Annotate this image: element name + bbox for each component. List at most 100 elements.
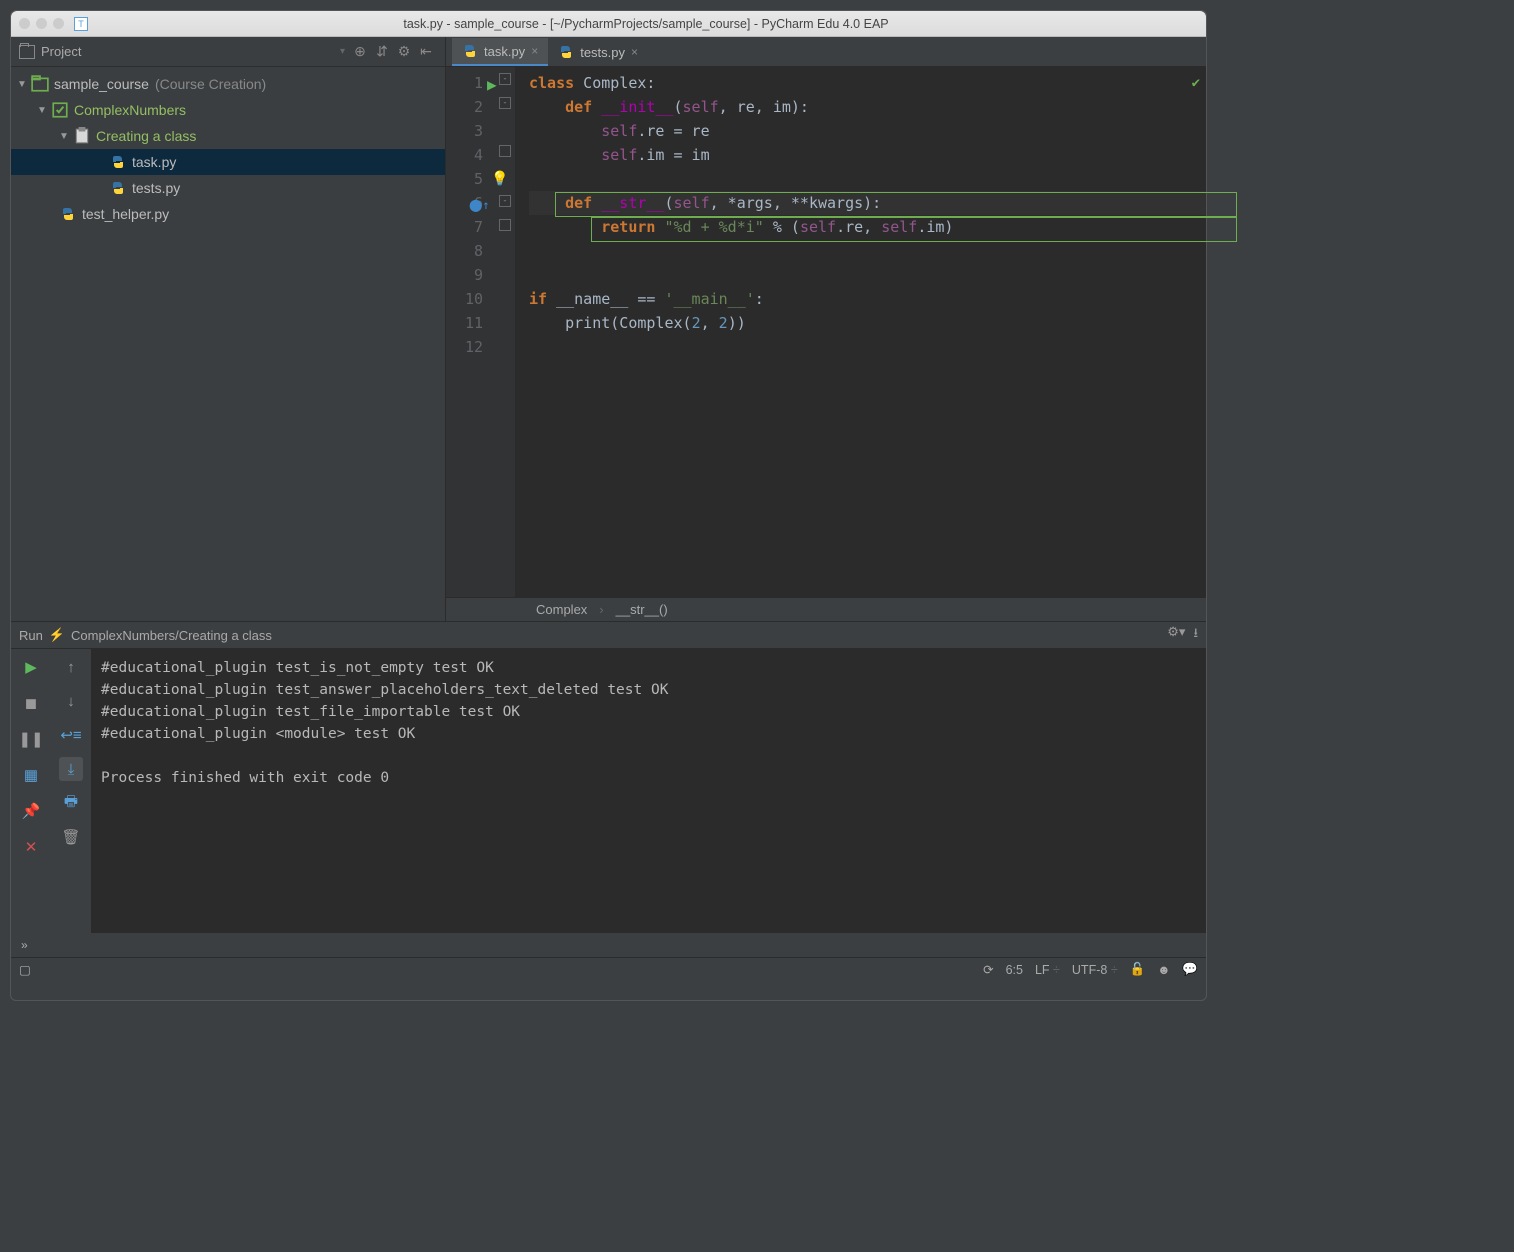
- file-name: tests.py: [132, 180, 180, 196]
- code-area[interactable]: class Complex: def __init__(self, re, im…: [515, 67, 1206, 597]
- down-icon[interactable]: ↓: [59, 689, 83, 713]
- stop-icon[interactable]: ◼: [19, 691, 43, 715]
- run-tool-window: ▶ ◼ ❚❚ ▦ 📌 ✕ ↑ ↓ ↩≡ ⤓ 🖶 🗑 #educational_p…: [11, 649, 1206, 933]
- console-line: #educational_plugin test_is_not_empty te…: [101, 660, 494, 676]
- run-gutter-icon[interactable]: ▶: [487, 73, 497, 97]
- settings-icon[interactable]: ⚙: [393, 41, 415, 63]
- fold-end-icon[interactable]: [499, 219, 511, 231]
- close-tab-icon[interactable]: ×: [631, 45, 638, 59]
- code-token: % (: [764, 218, 800, 236]
- code-token: (: [674, 98, 683, 116]
- close-tab-icon[interactable]: ×: [531, 44, 538, 58]
- project-header[interactable]: Project ▾ ⊕ ⇵ ⚙ ⇤: [11, 37, 445, 67]
- code-token: ,: [701, 314, 719, 332]
- expand-icon[interactable]: ▼: [17, 79, 31, 90]
- project-label: Project: [41, 44, 81, 59]
- caret-position[interactable]: 6:5: [1006, 963, 1023, 977]
- root-hint: (Course Creation): [155, 76, 266, 92]
- code-token: .im = im: [637, 146, 709, 164]
- code-token: .re,: [836, 218, 881, 236]
- fold-icon[interactable]: -: [499, 73, 511, 85]
- console-line: #educational_plugin test_file_importable…: [101, 704, 520, 720]
- line-number: 11: [446, 311, 483, 335]
- python-file-icon: [109, 153, 127, 171]
- tree-task[interactable]: ▼ Creating a class: [11, 123, 445, 149]
- up-icon[interactable]: ↑: [59, 655, 83, 679]
- python-file-icon: [462, 43, 478, 59]
- hide-icon[interactable]: ⇤: [415, 41, 437, 63]
- task-icon: [73, 127, 91, 145]
- run-actions-left: ▶ ◼ ❚❚ ▦ 📌 ✕: [11, 649, 51, 933]
- intention-bulb-icon[interactable]: 💡: [491, 167, 508, 191]
- lock-icon[interactable]: 🔓: [1130, 962, 1146, 977]
- close-window-icon[interactable]: [19, 18, 30, 29]
- collapse-icon[interactable]: ⇵: [371, 41, 393, 63]
- tab-label: tests.py: [580, 45, 625, 60]
- download-icon[interactable]: ⭳: [1193, 624, 1198, 646]
- python-file-icon: [59, 205, 77, 223]
- locate-icon[interactable]: ⊕: [349, 41, 371, 63]
- notifications-icon[interactable]: 💬: [1182, 962, 1198, 977]
- code-token: 2: [719, 314, 728, 332]
- pause-icon[interactable]: ❚❚: [19, 727, 43, 751]
- soft-wrap-icon[interactable]: ↩≡: [59, 723, 83, 747]
- expand-icon[interactable]: ▼: [59, 131, 73, 142]
- line-number: 10: [446, 287, 483, 311]
- trash-icon[interactable]: 🗑: [59, 825, 83, 849]
- lesson-icon: [51, 101, 69, 119]
- breadcrumb-item[interactable]: Complex: [536, 602, 587, 617]
- breadcrumb-item[interactable]: __str__(): [616, 602, 668, 617]
- inspector-icon[interactable]: ☻: [1157, 963, 1170, 977]
- line-number: 5: [446, 167, 483, 191]
- tab-tests[interactable]: tests.py ×: [548, 38, 648, 66]
- tab-task[interactable]: task.py ×: [452, 38, 548, 66]
- tree-root[interactable]: ▼ sample_course (Course Creation): [11, 71, 445, 97]
- fold-end-icon[interactable]: [499, 145, 511, 157]
- console-line: Process finished with exit code 0: [101, 770, 389, 786]
- line-number: 12: [446, 335, 483, 359]
- status-bar: ▢ ⟳ 6:5 LF ÷ UTF-8 ÷ 🔓 ☻ 💬: [11, 957, 1206, 981]
- code-token: '__main__': [664, 290, 754, 308]
- chevron-right-icon: ›: [599, 602, 603, 617]
- dump-icon[interactable]: ▦: [19, 763, 43, 787]
- code-token: , re, im):: [719, 98, 809, 116]
- chevron-down-icon[interactable]: ▾: [340, 46, 345, 57]
- code-token: self: [601, 146, 637, 164]
- tree-file-helper[interactable]: test_helper.py: [11, 201, 445, 227]
- code-token: [529, 314, 565, 332]
- console-output[interactable]: #educational_plugin test_is_not_empty te…: [91, 649, 1206, 933]
- settings-icon[interactable]: ⚙▾: [1167, 624, 1185, 646]
- code-token: "%d + %d*i": [664, 218, 763, 236]
- course-icon: [31, 75, 49, 93]
- pin-icon[interactable]: 📌: [19, 799, 43, 823]
- fold-icon[interactable]: -: [499, 97, 511, 109]
- run-tool-header[interactable]: Run ⚡ ComplexNumbers/Creating a class ⚙▾…: [11, 621, 1206, 649]
- fold-icon[interactable]: -: [499, 195, 511, 207]
- tree-lesson[interactable]: ▼ ComplexNumbers: [11, 97, 445, 123]
- minimize-window-icon[interactable]: [36, 18, 47, 29]
- close-icon[interactable]: ✕: [19, 835, 43, 859]
- line-ending[interactable]: LF ÷: [1035, 963, 1060, 977]
- expand-icon[interactable]: ▼: [37, 105, 51, 116]
- gutter-glyphs: ▶ - - 💡 ⬤↑ -: [491, 67, 515, 597]
- scroll-end-icon[interactable]: ⤓: [59, 757, 83, 781]
- more-tools[interactable]: »: [11, 933, 1206, 957]
- project-tool-window: Project ▾ ⊕ ⇵ ⚙ ⇤ ▼ sample_course (Cours…: [11, 37, 446, 621]
- code-token: :: [755, 290, 764, 308]
- editor[interactable]: ✔ 1 2 3 4 5 6 7 8 9 10 11 12 ▶ - - 💡: [446, 67, 1206, 597]
- encoding[interactable]: UTF-8 ÷: [1072, 963, 1118, 977]
- sync-icon[interactable]: ⟳: [983, 962, 993, 977]
- override-icon[interactable]: ⬤↑: [469, 193, 490, 217]
- code-token: (: [664, 194, 673, 212]
- console-line: #educational_plugin <module> test OK: [101, 726, 415, 742]
- print-icon[interactable]: 🖶: [59, 791, 83, 815]
- zoom-window-icon[interactable]: [53, 18, 64, 29]
- project-icon: [19, 45, 35, 59]
- line-number: 4: [446, 143, 483, 167]
- tool-windows-icon[interactable]: ▢: [19, 962, 31, 977]
- tree-file-task[interactable]: task.py: [11, 149, 445, 175]
- window-title: task.py - sample_course - [~/PycharmProj…: [94, 17, 1198, 31]
- rerun-icon[interactable]: ▶: [19, 655, 43, 679]
- tree-file-tests[interactable]: tests.py: [11, 175, 445, 201]
- code-token: self: [881, 218, 917, 236]
